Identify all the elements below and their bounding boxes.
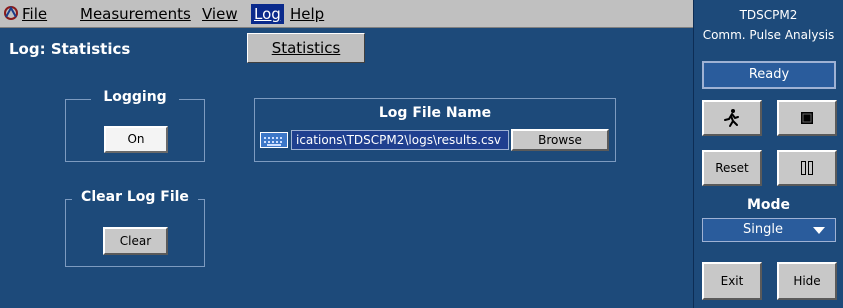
pause-button[interactable] (777, 150, 837, 186)
menu-view[interactable]: View (199, 4, 241, 24)
app-subtitle: Comm. Pulse Analysis (702, 28, 835, 42)
mode-label: Mode (746, 197, 791, 213)
keyboard-icon[interactable] (260, 132, 288, 148)
log-file-name-label: Log File Name (378, 105, 492, 121)
menu-view-label: View (202, 5, 238, 23)
stop-square-icon (801, 112, 813, 124)
logging-label: Logging (91, 89, 179, 105)
menu-file-label: File (22, 5, 48, 23)
reset-button[interactable]: Reset (702, 150, 762, 186)
app-icon[interactable] (2, 4, 20, 22)
page-title: Log: Statistics (9, 40, 131, 58)
menu-bar: File Measurements View Log Help (0, 0, 693, 28)
menu-log[interactable]: Log (251, 4, 284, 24)
menu-help-label: Help (290, 5, 325, 23)
menu-log-label: Log (254, 5, 281, 23)
exit-button[interactable]: Exit (702, 262, 762, 300)
sidebar: TDSCPM2 Comm. Pulse Analysis Ready Reset… (693, 0, 843, 308)
chevron-down-icon (813, 227, 825, 234)
hide-button[interactable]: Hide (777, 262, 837, 300)
browse-button[interactable]: Browse (511, 129, 609, 151)
mode-select[interactable]: Single (702, 218, 836, 242)
mode-value: Single (743, 222, 783, 237)
pause-icon (801, 161, 813, 175)
menu-item-statistics[interactable]: Statistics (248, 34, 364, 62)
menu-item-statistics-label: Statistics (271, 39, 341, 57)
app-name: TDSCPM2 (739, 8, 798, 22)
menu-measurements[interactable]: Measurements (77, 4, 194, 24)
clear-log-file-label: Clear Log File (72, 189, 198, 205)
run-button[interactable] (702, 100, 762, 136)
running-figure-icon (724, 109, 739, 127)
log-dropdown-menu: Statistics (247, 33, 365, 63)
menu-file[interactable]: File (19, 4, 50, 24)
logging-on-button[interactable]: On (104, 126, 168, 153)
menu-measurements-label: Measurements (80, 5, 191, 23)
stop-button[interactable] (777, 100, 837, 136)
menu-help[interactable]: Help (287, 4, 327, 24)
status-indicator: Ready (702, 61, 836, 89)
clear-button[interactable]: Clear (103, 227, 168, 255)
log-file-path-field[interactable]: ications\TDSCPM2\logs\results.csv (291, 130, 509, 150)
